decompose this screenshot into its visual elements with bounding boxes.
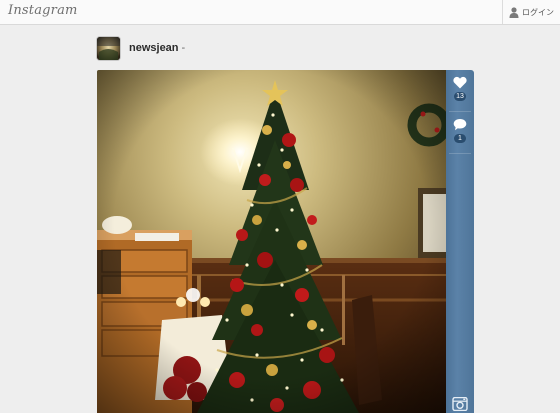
comment-bubble-icon (453, 119, 467, 131)
comment-button[interactable]: 1 (446, 118, 474, 154)
heart-icon (453, 76, 467, 89)
page: Instagram ログイン newsjean - 13 1 (0, 0, 560, 413)
login-label: ログイン (522, 7, 554, 17)
action-divider (449, 111, 471, 112)
login-button[interactable]: ログイン (502, 0, 560, 24)
username-separator: - (181, 42, 186, 54)
top-bar: Instagram ログイン (0, 0, 560, 25)
username-link[interactable]: newsjean (129, 42, 179, 54)
action-divider (449, 153, 471, 154)
photo-action-bar: 13 1 (446, 70, 474, 413)
christmas-tree-photo (97, 70, 446, 413)
post-header: newsjean - (97, 36, 185, 60)
like-button[interactable]: 13 (446, 76, 474, 112)
instagram-camera-icon[interactable] (452, 396, 468, 412)
instagram-logo[interactable]: Instagram (8, 3, 78, 18)
comments-count: 1 (454, 134, 466, 143)
post-photo[interactable] (97, 70, 446, 413)
likes-count: 13 (454, 92, 466, 101)
user-icon (509, 6, 519, 18)
avatar[interactable] (97, 36, 120, 60)
